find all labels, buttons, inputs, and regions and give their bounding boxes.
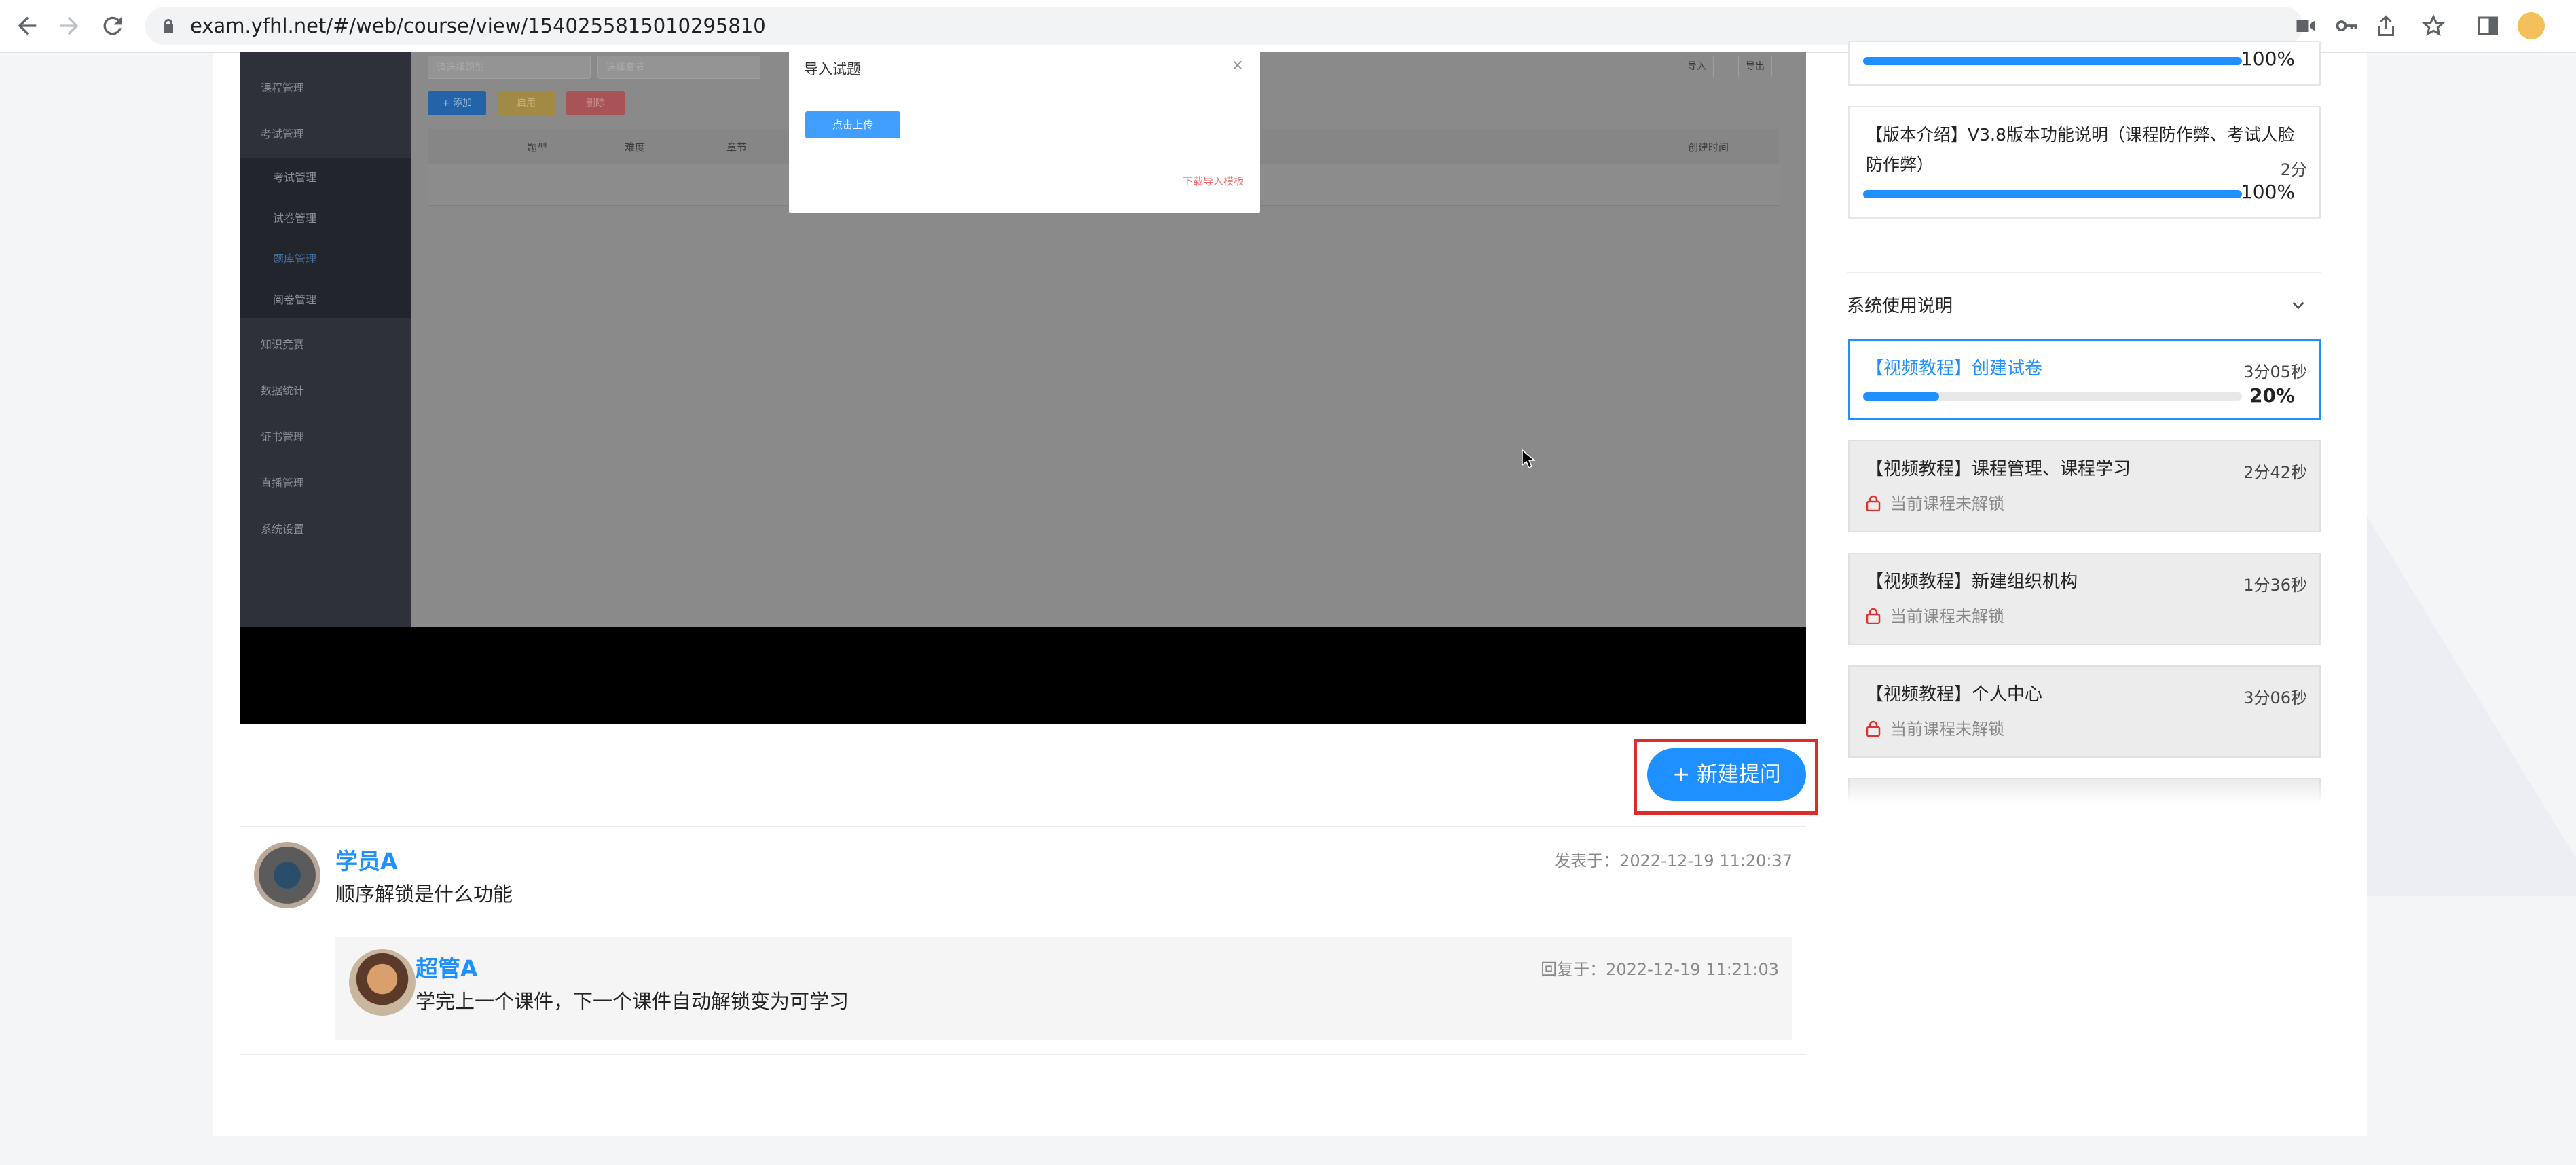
vid-submenu-bank: 题库管理 [273, 253, 317, 265]
lesson-duration: 3分06秒 [2243, 688, 2307, 707]
reply-text: 学完上一个课件，下一个课件自动解锁变为可学习 [416, 990, 849, 1013]
vid-col-chapter: 章节 [726, 141, 748, 153]
progress-fill [1863, 190, 2242, 198]
lock-status: 当前课程未解锁 [1866, 603, 2004, 627]
lesson-title: 【视频教程】新建组织机构 [1866, 572, 2078, 592]
lock-icon [1866, 720, 1881, 737]
lock-icon [1866, 495, 1881, 512]
address-bar[interactable]: exam.yfhl.net/#/web/course/view/15402558… [145, 7, 2303, 45]
reload-icon[interactable] [99, 12, 126, 39]
video-sidebar: 课程管理 考试管理 考试管理 试卷管理 题库管理 阅卷管理 知识竞赛 数据统计 … [240, 52, 411, 627]
close-icon: × [1231, 57, 1244, 74]
avatar [254, 842, 320, 908]
lesson-card-locked[interactable]: 【视频教程】新建组织机构 1分36秒 当前课程未解锁 [1848, 553, 2321, 645]
lock-text: 当前课程未解锁 [1890, 720, 2004, 739]
progress-bar [1863, 57, 2242, 65]
camera-icon[interactable] [2294, 14, 2318, 38]
vid-menu-course: 课程管理 [261, 81, 305, 94]
reply-author[interactable]: 超管A [416, 950, 478, 983]
share-icon[interactable] [2374, 14, 2398, 38]
lesson-title-line2: 防作弊） [1866, 155, 1934, 174]
progress-percent: 100% [2240, 181, 2295, 203]
vid-menu-contest: 知识竞赛 [261, 338, 305, 351]
divider [240, 826, 1806, 827]
lock-icon [164, 19, 173, 33]
sidepanel-icon[interactable] [2476, 14, 2500, 38]
reply-box: 超管A 学完上一个课件，下一个课件自动解锁变为可学习 回复于：2022-12-1… [335, 937, 1792, 1040]
lesson-card-completed[interactable]: 100% [1848, 41, 2321, 86]
progress-percent: 20% [2249, 384, 2295, 407]
lock-text: 当前课程未解锁 [1890, 494, 2004, 513]
lesson-title: 【视频教程】课程管理、课程学习 [1866, 459, 2131, 479]
modal-title: 导入试题 [804, 61, 861, 77]
reply-time: 回复于：2022-12-19 11:21:03 [1541, 960, 1779, 979]
vid-submenu-paper: 试卷管理 [273, 212, 317, 225]
vid-type-input: 请选择题型 [428, 56, 591, 79]
section-title: 系统使用说明 [1847, 296, 1953, 316]
vid-enable-button: 启用 [497, 91, 555, 115]
progress-fill [1863, 57, 2242, 65]
video-player[interactable]: 课程管理 考试管理 考试管理 试卷管理 题库管理 阅卷管理 知识竞赛 数据统计 … [240, 52, 1806, 724]
upload-button: 点击上传 [805, 111, 900, 138]
lesson-title-line1: 【版本介绍】V3.8版本功能说明（课程防作弊、考试人脸 [1866, 125, 2295, 145]
key-icon[interactable] [2334, 14, 2359, 38]
vid-menu-live: 直播管理 [261, 477, 305, 489]
lesson-card-active[interactable]: 【视频教程】创建试卷 3分05秒 20% [1848, 339, 2321, 420]
chevron-down-icon[interactable] [2289, 296, 2307, 314]
question-time: 发表于：2022-12-19 11:20:37 [1554, 851, 1792, 870]
progress-percent: 100% [2240, 48, 2295, 70]
video-sidebar-submenu: 考试管理 试卷管理 题库管理 阅卷管理 [240, 158, 411, 318]
lesson-title: 【视频教程】个人中心 [1866, 684, 2043, 705]
vid-col-created: 创建时间 [1688, 141, 1729, 153]
profile-avatar[interactable] [2518, 12, 2545, 39]
question-author[interactable]: 学员A [335, 843, 398, 876]
lock-status: 当前课程未解锁 [1866, 490, 2004, 514]
star-icon[interactable] [2421, 14, 2446, 38]
lesson-card-locked[interactable]: 【视频教程】个人中心 3分06秒 当前课程未解锁 [1848, 665, 2321, 758]
background-decoration [2367, 516, 2576, 896]
url-text: exam.yfhl.net/#/web/course/view/15402558… [190, 14, 766, 37]
vid-col-difficulty: 难度 [625, 141, 646, 153]
lesson-card-locked[interactable]: 【视频教程】课程管理、课程学习 2分42秒 当前课程未解锁 [1848, 440, 2321, 532]
vid-submenu-exam: 考试管理 [273, 171, 317, 184]
lesson-title: 【视频教程】创建试卷 [1866, 358, 2043, 379]
new-question-button[interactable]: + 新建提问 [1647, 748, 1806, 801]
progress-bar [1863, 190, 2242, 198]
vid-import-button: 导入 [1680, 56, 1714, 77]
lock-status: 当前课程未解锁 [1866, 716, 2004, 739]
lesson-duration: 3分05秒 [2243, 363, 2307, 382]
download-template-link: 下载导入模板 [1182, 175, 1244, 187]
lock-icon [1866, 608, 1881, 625]
import-modal: 导入试题 × 点击上传 下载导入模板 [789, 52, 1260, 213]
vid-add-button: + 添加 [428, 91, 486, 115]
vid-menu-settings: 系统设置 [261, 523, 305, 536]
scroll-fade [1848, 781, 2321, 808]
vid-submenu-review: 阅卷管理 [273, 293, 317, 306]
back-icon[interactable] [14, 12, 41, 39]
divider [240, 1054, 1806, 1055]
vid-delete-button: 删除 [566, 91, 625, 115]
lesson-duration: 2分 [2280, 160, 2307, 179]
lesson-duration: 1分36秒 [2243, 576, 2307, 595]
vid-menu-cert: 证书管理 [261, 430, 305, 443]
lesson-duration: 2分42秒 [2243, 463, 2307, 482]
vid-chapter-input: 选择章节 [597, 56, 760, 79]
avatar [349, 949, 416, 1016]
lock-text: 当前课程未解锁 [1890, 607, 2004, 626]
forward-icon[interactable] [56, 12, 83, 39]
progress-bar [1863, 392, 2242, 401]
vid-menu-stats: 数据统计 [261, 384, 305, 397]
progress-fill [1863, 392, 1939, 401]
lesson-card-intro[interactable]: 【版本介绍】V3.8版本功能说明（课程防作弊、考试人脸 防作弊） 2分 100% [1848, 106, 2321, 219]
vid-menu-exam: 考试管理 [261, 128, 305, 141]
mouse-cursor-icon [1522, 449, 1535, 468]
question-text: 顺序解锁是什么功能 [335, 883, 513, 906]
vid-col-type: 题型 [527, 141, 548, 153]
divider [1847, 272, 2321, 273]
vid-export-button: 导出 [1738, 56, 1772, 77]
